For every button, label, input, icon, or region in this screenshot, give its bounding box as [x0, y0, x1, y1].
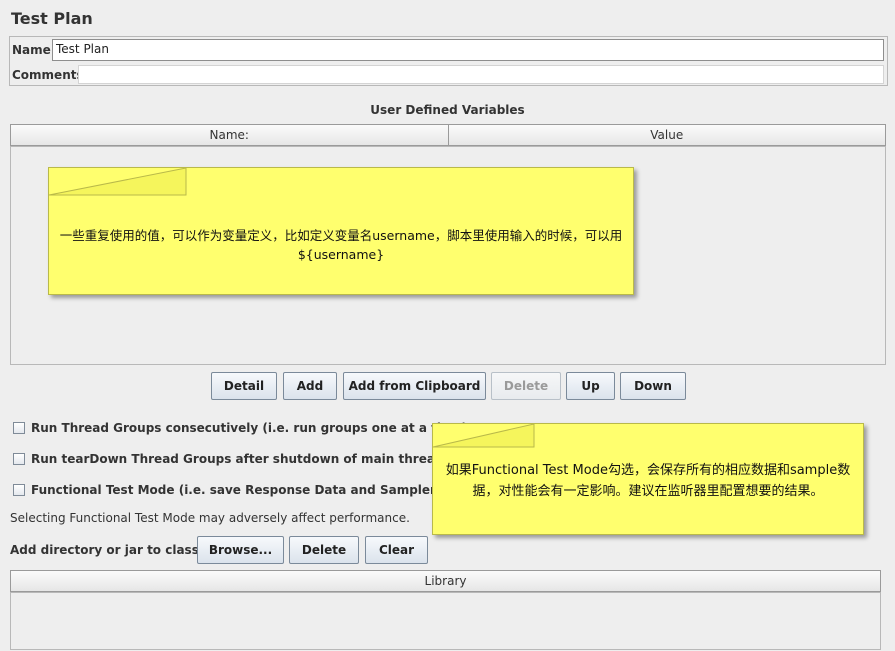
annotation-note-variables: 一些重复使用的值，可以作为变量定义，比如定义变量名username，脚本里使用输…	[48, 167, 634, 295]
page-title: Test Plan	[11, 9, 93, 28]
library-table-header: Library	[10, 570, 881, 592]
library-table-body[interactable]	[10, 592, 881, 650]
run-consecutively-label: Run Thread Groups consecutively (i.e. ru…	[31, 421, 468, 435]
functional-mode-option[interactable]: Functional Test Mode (i.e. save Response…	[13, 483, 478, 497]
delete-classpath-button[interactable]: Delete	[289, 536, 359, 564]
add-from-clipboard-button[interactable]: Add from Clipboard	[343, 372, 486, 400]
note-fold-icon	[432, 423, 535, 448]
name-label: Name:	[12, 43, 56, 57]
run-consecutively-checkbox[interactable]	[13, 422, 25, 434]
delete-variable-button[interactable]: Delete	[491, 372, 561, 400]
run-teardown-checkbox[interactable]	[13, 453, 25, 465]
functional-mode-label: Functional Test Mode (i.e. save Response…	[31, 483, 478, 497]
annotation-note-variables-text: 一些重复使用的值，可以作为变量定义，比如定义变量名username，脚本里使用输…	[59, 228, 623, 262]
comments-field[interactable]	[78, 65, 884, 84]
add-button[interactable]: Add	[283, 372, 337, 400]
clear-button[interactable]: Clear	[365, 536, 428, 564]
name-comments-panel: Name: Test Plan Comments:	[9, 36, 888, 86]
browse-button[interactable]: Browse...	[197, 536, 284, 564]
comments-label: Comments:	[12, 68, 89, 82]
column-header-library[interactable]: Library	[11, 571, 880, 591]
annotation-note-functional-mode: 如果Functional Test Mode勾选，会保存所有的相应数据和samp…	[432, 423, 864, 535]
run-consecutively-option[interactable]: Run Thread Groups consecutively (i.e. ru…	[13, 421, 467, 435]
annotation-note-functional-mode-text: 如果Functional Test Mode勾选，会保存所有的相应数据和samp…	[445, 463, 851, 499]
run-teardown-option[interactable]: Run tearDown Thread Groups after shutdow…	[13, 452, 451, 466]
column-header-value[interactable]: Value	[449, 125, 886, 145]
column-header-name[interactable]: Name:	[11, 125, 449, 145]
up-button[interactable]: Up	[566, 372, 615, 400]
note-fold-icon	[48, 167, 187, 196]
variables-table-header: Name: Value	[10, 124, 886, 146]
user-defined-variables-title: User Defined Variables	[370, 103, 525, 117]
functional-mode-warning: Selecting Functional Test Mode may adver…	[10, 511, 410, 525]
run-teardown-label: Run tearDown Thread Groups after shutdow…	[31, 452, 451, 466]
functional-mode-checkbox[interactable]	[13, 484, 25, 496]
down-button[interactable]: Down	[620, 372, 686, 400]
detail-button[interactable]: Detail	[211, 372, 277, 400]
name-field[interactable]: Test Plan	[52, 39, 884, 61]
